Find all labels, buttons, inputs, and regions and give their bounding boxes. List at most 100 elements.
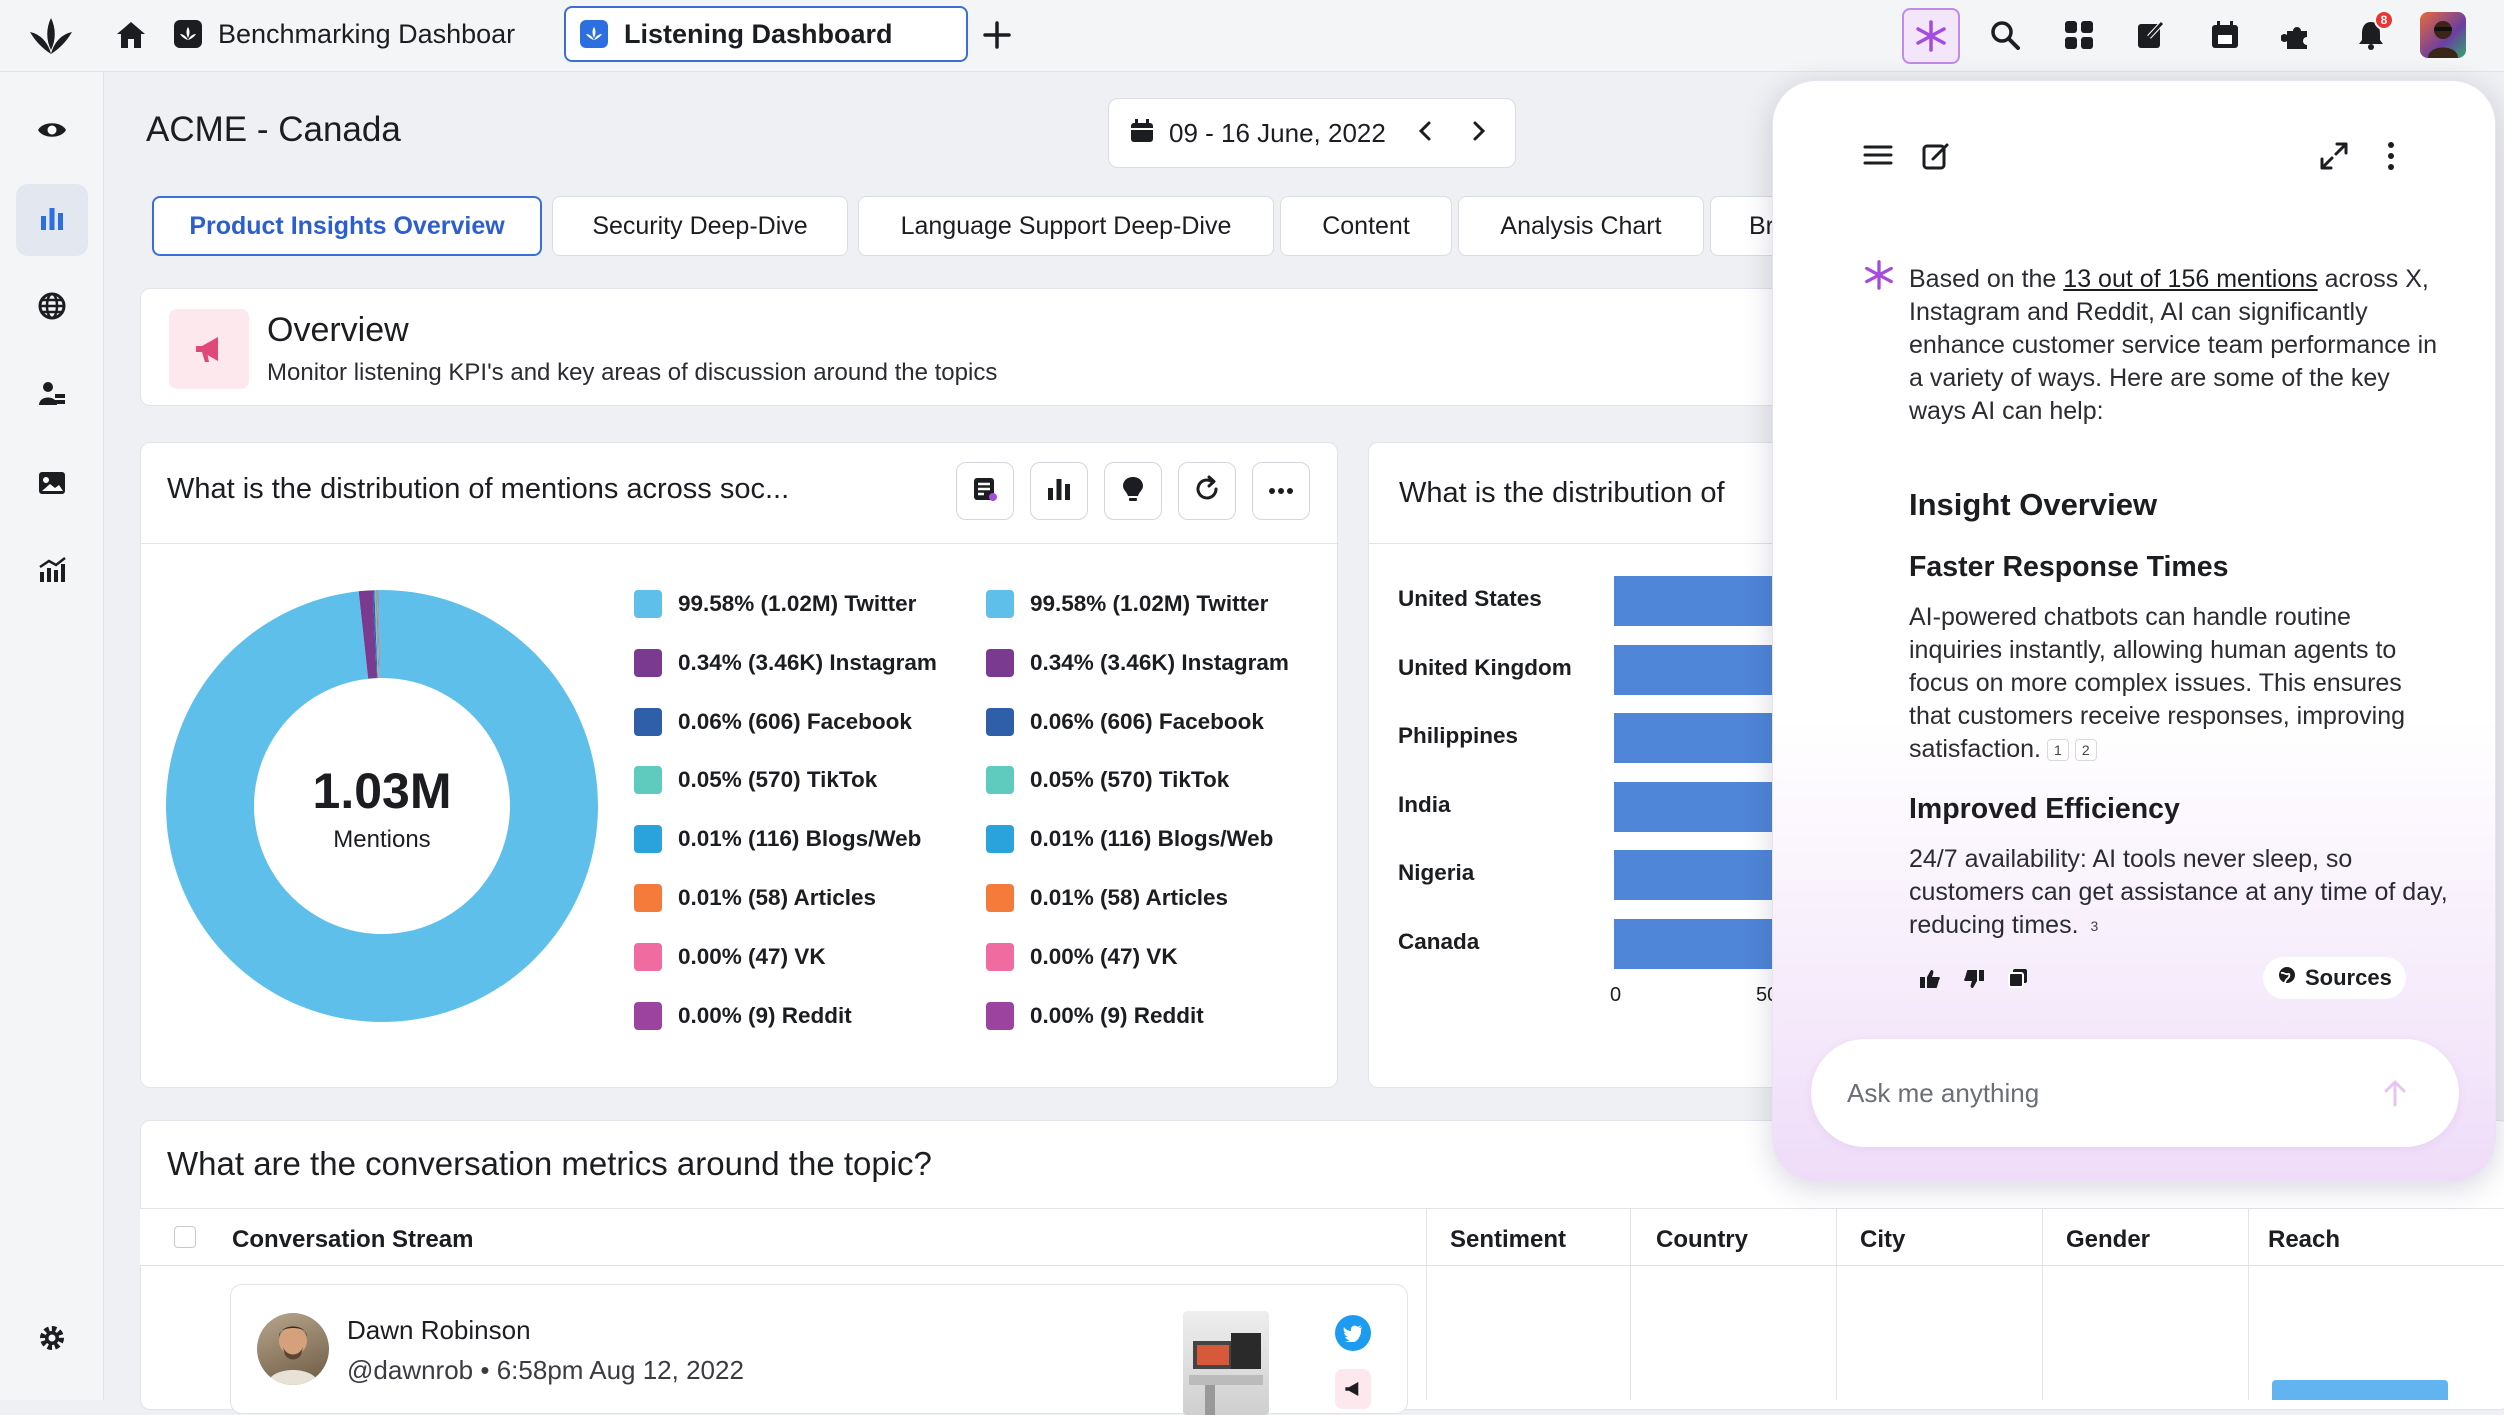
thumbs-up-icon[interactable] xyxy=(1919,969,1941,994)
compose-icon[interactable] xyxy=(2130,14,2172,56)
column-header-city[interactable]: City xyxy=(1860,1226,1905,1254)
lightbulb-icon xyxy=(1121,475,1145,508)
twitter-icon xyxy=(1335,1315,1371,1351)
calendar-icon[interactable] xyxy=(2204,14,2246,56)
post-handle[interactable]: @dawnrob xyxy=(347,1355,473,1385)
conversation-post-card[interactable]: Dawn Robinson @dawnrob • 6:58pm Aug 12, … xyxy=(230,1284,1408,1415)
chevron-left-icon[interactable] xyxy=(1416,120,1436,147)
ask-input[interactable]: Ask me anything xyxy=(1811,1039,2459,1147)
mentions-link[interactable]: 13 out of 156 mentions xyxy=(2063,265,2317,293)
legend-item[interactable]: 0.01% (58) Articles xyxy=(986,884,1228,912)
tab-content[interactable]: Content xyxy=(1280,196,1452,256)
sources-button[interactable]: Sources xyxy=(2263,957,2406,999)
nav-listen[interactable] xyxy=(16,96,88,168)
ai-assistant-icon[interactable] xyxy=(1902,8,1960,64)
legend-item[interactable]: 99.58% (1.02M) Twitter xyxy=(986,590,1268,618)
column-divider xyxy=(1836,1208,1837,1400)
country-bar[interactable] xyxy=(1614,713,1772,764)
tab-language-support-deep-dive[interactable]: Language Support Deep-Dive xyxy=(858,196,1274,256)
insights-button[interactable] xyxy=(1104,462,1162,520)
legend-item[interactable]: 0.05% (570) TikTok xyxy=(634,766,877,795)
post-meta: @dawnrob • 6:58pm Aug 12, 2022 xyxy=(347,1355,744,1386)
legend-label: 0.01% (58) Articles xyxy=(678,885,877,910)
country-bar[interactable] xyxy=(1614,919,1772,969)
nav-audience[interactable] xyxy=(16,360,88,432)
chart-type-button[interactable] xyxy=(1030,462,1088,520)
legend-swatch xyxy=(986,825,1014,854)
legend-item[interactable]: 0.01% (58) Articles xyxy=(634,884,876,912)
donut-center-value: 1.03M xyxy=(312,763,452,819)
tab-label: Listening Dashboard xyxy=(624,18,893,49)
apps-grid-icon[interactable] xyxy=(2058,14,2100,56)
citation-ref[interactable]: 1 xyxy=(2047,739,2069,762)
more-vertical-icon[interactable] xyxy=(2387,141,2395,176)
legend-item[interactable]: 0.00% (9) Reddit xyxy=(634,1001,852,1030)
legend-item[interactable]: 0.34% (3.46K) Instagram xyxy=(634,648,937,677)
nav-global[interactable] xyxy=(16,272,88,344)
add-tab-icon[interactable] xyxy=(976,14,1018,56)
legend-item[interactable]: 99.58% (1.02M) Twitter xyxy=(634,590,916,618)
search-icon[interactable] xyxy=(1984,14,2026,56)
date-range-picker[interactable]: 09 - 16 June, 2022 xyxy=(1108,98,1516,168)
citation-ref[interactable]: 3 xyxy=(2085,916,2105,936)
column-header-reach[interactable]: Reach xyxy=(2268,1226,2340,1254)
tab-analysis-chart[interactable]: Analysis Chart xyxy=(1458,196,1704,256)
nav-settings[interactable] xyxy=(16,1304,88,1376)
tab-security-deep-dive[interactable]: Security Deep-Dive xyxy=(552,196,848,256)
tab-benchmarking-dashboard[interactable]: Benchmarking Dashboar xyxy=(160,6,560,62)
tab-listening-dashboard[interactable]: Listening Dashboard xyxy=(564,6,968,62)
select-all-checkbox[interactable] xyxy=(174,1226,196,1248)
country-bar[interactable] xyxy=(1614,644,1772,695)
menu-icon[interactable] xyxy=(1863,143,1893,172)
sprinklr-logo[interactable] xyxy=(26,14,76,58)
widget-title: What are the conversation metrics around… xyxy=(167,1145,932,1182)
section-title: Faster Response Times xyxy=(1909,551,2229,583)
copy-icon[interactable] xyxy=(2007,967,2029,994)
more-options-button[interactable] xyxy=(1252,462,1310,520)
legend-label: 99.58% (1.02M) Twitter xyxy=(1030,591,1269,616)
nav-dashboards[interactable] xyxy=(16,184,88,256)
separator-dot: • xyxy=(480,1355,490,1385)
puzzle-icon[interactable] xyxy=(2276,14,2318,56)
legend-item[interactable]: 0.05% (570) TikTok xyxy=(986,766,1229,795)
section-text: AI-powered chatbots can handle routine i… xyxy=(1909,603,2406,763)
country-label: Canada xyxy=(1398,929,1480,954)
legend-item[interactable]: 0.00% (47) VK xyxy=(986,942,1178,971)
section-body: AI-powered chatbots can handle routine i… xyxy=(1909,601,2449,766)
expand-icon[interactable] xyxy=(2319,141,2349,176)
legend-item[interactable]: 0.00% (9) Reddit xyxy=(986,1001,1204,1030)
send-arrow-icon[interactable] xyxy=(2383,1079,2407,1112)
legend-item[interactable]: 0.00% (47) VK xyxy=(634,942,826,971)
legend-item[interactable]: 0.06% (606) Facebook xyxy=(986,707,1264,736)
nav-reports[interactable] xyxy=(16,448,88,520)
post-image-thumbnail[interactable] xyxy=(1183,1311,1269,1415)
legend-item[interactable]: 0.01% (116) Blogs/Web xyxy=(634,825,921,854)
column-divider xyxy=(2248,1208,2249,1400)
legend-item[interactable]: 0.34% (3.46K) Instagram xyxy=(986,648,1289,677)
table-view-button[interactable] xyxy=(956,462,1014,520)
country-bar[interactable] xyxy=(1614,576,1772,626)
column-header-sentiment[interactable]: Sentiment xyxy=(1450,1226,1566,1254)
new-chat-icon[interactable] xyxy=(1921,141,1951,176)
home-icon[interactable] xyxy=(110,14,152,56)
nav-analytics[interactable] xyxy=(16,536,88,608)
chevron-right-icon[interactable] xyxy=(1468,120,1488,147)
legend-item[interactable]: 0.01% (116) Blogs/Web xyxy=(986,825,1273,854)
column-header-country[interactable]: Country xyxy=(1656,1226,1748,1254)
gear-icon xyxy=(37,1323,67,1358)
refresh-button[interactable] xyxy=(1178,462,1236,520)
legend-swatch xyxy=(986,707,1014,736)
country-bar[interactable] xyxy=(1614,850,1772,901)
tab-product-insights-overview[interactable]: Product Insights Overview xyxy=(152,196,542,256)
citation-ref[interactable]: 2 xyxy=(2074,739,2097,762)
post-author[interactable]: Dawn Robinson xyxy=(347,1315,531,1346)
section-body: 24/7 availability: AI tools never sleep,… xyxy=(1909,843,2449,942)
column-header-conversation-stream[interactable]: Conversation Stream xyxy=(232,1226,473,1254)
thumbs-down-icon[interactable] xyxy=(1963,969,1985,994)
widget-header-divider xyxy=(1369,543,1797,544)
column-header-gender[interactable]: Gender xyxy=(2066,1226,2150,1254)
country-bar[interactable] xyxy=(1614,781,1772,832)
legend-item[interactable]: 0.06% (606) Facebook xyxy=(634,707,912,736)
notification-bell-icon[interactable]: 8 xyxy=(2350,10,2394,56)
user-avatar[interactable] xyxy=(2420,12,2466,58)
